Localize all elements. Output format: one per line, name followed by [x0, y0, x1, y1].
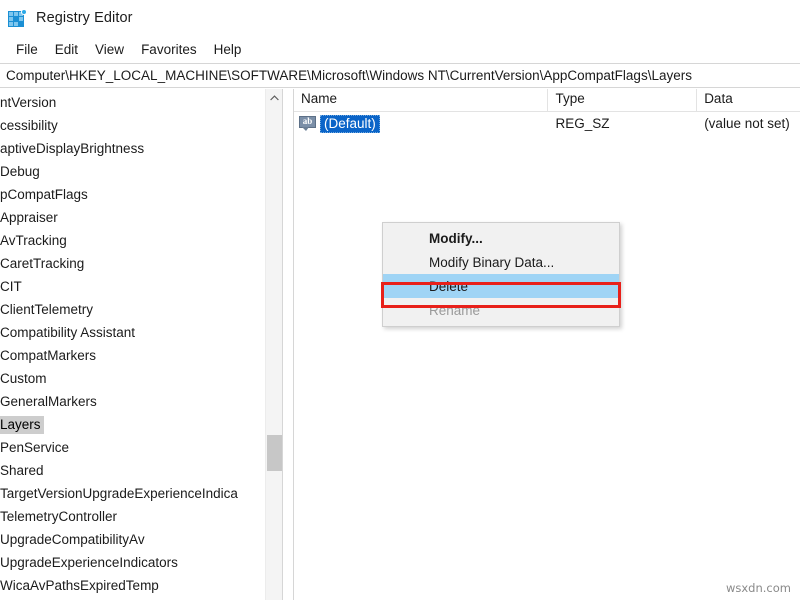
- tree-item-cessibility[interactable]: cessibility: [0, 114, 265, 137]
- tree-item-label: ntVersion: [0, 94, 59, 112]
- tree-item-compatibility-assistant[interactable]: Compatibility Assistant: [0, 321, 265, 344]
- values-column-header: Name Type Data: [294, 89, 800, 112]
- address-bar[interactable]: Computer\HKEY_LOCAL_MACHINE\SOFTWARE\Mic…: [0, 63, 800, 88]
- tree-item-label: aptiveDisplayBrightness: [0, 140, 147, 158]
- tree-item-label: CaretTracking: [0, 255, 87, 273]
- tree-item-pcompatflags[interactable]: pCompatFlags: [0, 183, 265, 206]
- tree-item-label: Shared: [0, 462, 47, 480]
- main-content: ntVersion cessibility aptiveDisplayBrightn…: [0, 89, 800, 600]
- tree-item-cit[interactable]: CIT: [0, 275, 265, 298]
- tree-item-label: UpgradeCompatibilityAv: [0, 531, 148, 549]
- window-title: Registry Editor: [36, 10, 133, 26]
- values-list: ab (Default) REG_SZ(value not set): [294, 112, 800, 135]
- tree-item-ntversion[interactable]: ntVersion: [0, 91, 265, 114]
- title-bar: Registry Editor: [0, 0, 800, 36]
- context-menu-item-delete[interactable]: Delete: [383, 274, 619, 298]
- tree-item-appraiser[interactable]: Appraiser: [0, 206, 265, 229]
- tree-item-upgradecompatibilityav[interactable]: UpgradeCompatibilityAv: [0, 528, 265, 551]
- tree-item-label: Debug: [0, 163, 43, 181]
- menu-edit[interactable]: Edit: [47, 39, 87, 60]
- menu-file[interactable]: File: [8, 39, 47, 60]
- tree-item-telemetrycontroller[interactable]: TelemetryController: [0, 505, 265, 528]
- tree-item-wicaavpathsexpiredtemp[interactable]: WicaAvPathsExpiredTemp: [0, 574, 265, 597]
- tree-item-label: PenService: [0, 439, 72, 457]
- chevron-up-icon[interactable]: [266, 89, 283, 106]
- tree-item-label: GeneralMarkers: [0, 393, 100, 411]
- tree-item-label: pCompatFlags: [0, 186, 91, 204]
- tree-item-label: ClientTelemetry: [0, 301, 96, 319]
- registry-path: Computer\HKEY_LOCAL_MACHINE\SOFTWARE\Mic…: [6, 68, 692, 83]
- tree-item-label: TelemetryController: [0, 508, 120, 526]
- tree-item-debug[interactable]: Debug: [0, 160, 265, 183]
- registry-editor-window: Registry Editor File Edit View Favorites…: [0, 0, 800, 600]
- context-menu-item-modify-binary-data[interactable]: Modify Binary Data...: [383, 250, 619, 274]
- registry-tree-pane[interactable]: ntVersion cessibility aptiveDisplayBrightn…: [0, 89, 283, 600]
- value-name-label: (Default): [320, 115, 380, 133]
- value-data-cell: (value not set): [697, 116, 800, 131]
- tree-item-label: TargetVersionUpgradeExperienceIndica: [0, 485, 241, 503]
- tree-item-aptivedisplaybrightness[interactable]: aptiveDisplayBrightness: [0, 137, 265, 160]
- column-header-type[interactable]: Type: [548, 89, 697, 112]
- context-menu-item-modify[interactable]: Modify...: [383, 226, 619, 250]
- column-header-name[interactable]: Name: [294, 89, 548, 112]
- context-menu: Modify...Modify Binary Data...DeleteRena…: [382, 222, 620, 327]
- tree-item-label: UpgradeExperienceIndicators: [0, 554, 181, 572]
- tree-item-custom[interactable]: Custom: [0, 367, 265, 390]
- context-menu-item-rename: Rename: [383, 298, 619, 322]
- watermark: wsxdn.com: [726, 581, 791, 595]
- tree-item-label: Appraiser: [0, 209, 61, 227]
- registry-tree-list: ntVersion cessibility aptiveDisplayBrightn…: [0, 91, 265, 600]
- string-value-icon: ab: [299, 116, 316, 131]
- value-name-cell: ab (Default): [294, 115, 548, 133]
- string-value-icon-text: ab: [299, 115, 316, 128]
- tree-vertical-scrollbar[interactable]: [265, 89, 282, 600]
- menu-bar: File Edit View Favorites Help: [0, 36, 800, 62]
- value-row[interactable]: ab (Default) REG_SZ(value not set): [294, 112, 800, 135]
- tree-item-label: WicaAvPathsExpiredTemp: [0, 577, 162, 595]
- tree-item-compatmarkers[interactable]: CompatMarkers: [0, 344, 265, 367]
- tree-item-label: Layers: [0, 416, 44, 434]
- tree-scrollbar-thumb[interactable]: [267, 435, 282, 471]
- menu-view[interactable]: View: [87, 39, 133, 60]
- tree-item-generalmarkers[interactable]: GeneralMarkers: [0, 390, 265, 413]
- tree-item-label: CompatMarkers: [0, 347, 99, 365]
- tree-item-penservice[interactable]: PenService: [0, 436, 265, 459]
- column-header-data[interactable]: Data: [697, 89, 800, 112]
- registry-values-pane: Name Type Data ab (Default) REG_SZ(value n…: [293, 89, 800, 600]
- registry-editor-icon: [7, 8, 27, 28]
- menu-favorites[interactable]: Favorites: [133, 39, 206, 60]
- value-type-cell: REG_SZ: [548, 116, 697, 131]
- tree-item-layers[interactable]: Layers: [0, 413, 265, 436]
- menu-help[interactable]: Help: [206, 39, 251, 60]
- tree-item-targetversionupgradeexperienceindica[interactable]: TargetVersionUpgradeExperienceIndica: [0, 482, 265, 505]
- tree-item-shared[interactable]: Shared: [0, 459, 265, 482]
- tree-item-upgradeexperienceindicators[interactable]: UpgradeExperienceIndicators: [0, 551, 265, 574]
- tree-item-label: Compatibility Assistant: [0, 324, 138, 342]
- tree-item-clienttelemetry[interactable]: ClientTelemetry: [0, 298, 265, 321]
- tree-item-carettracking[interactable]: CaretTracking: [0, 252, 265, 275]
- tree-item-label: CIT: [0, 278, 25, 296]
- tree-item-label: AvTracking: [0, 232, 70, 250]
- tree-item-label: Custom: [0, 370, 50, 388]
- tree-item-label: cessibility: [0, 117, 61, 135]
- tree-item-avtracking[interactable]: AvTracking: [0, 229, 265, 252]
